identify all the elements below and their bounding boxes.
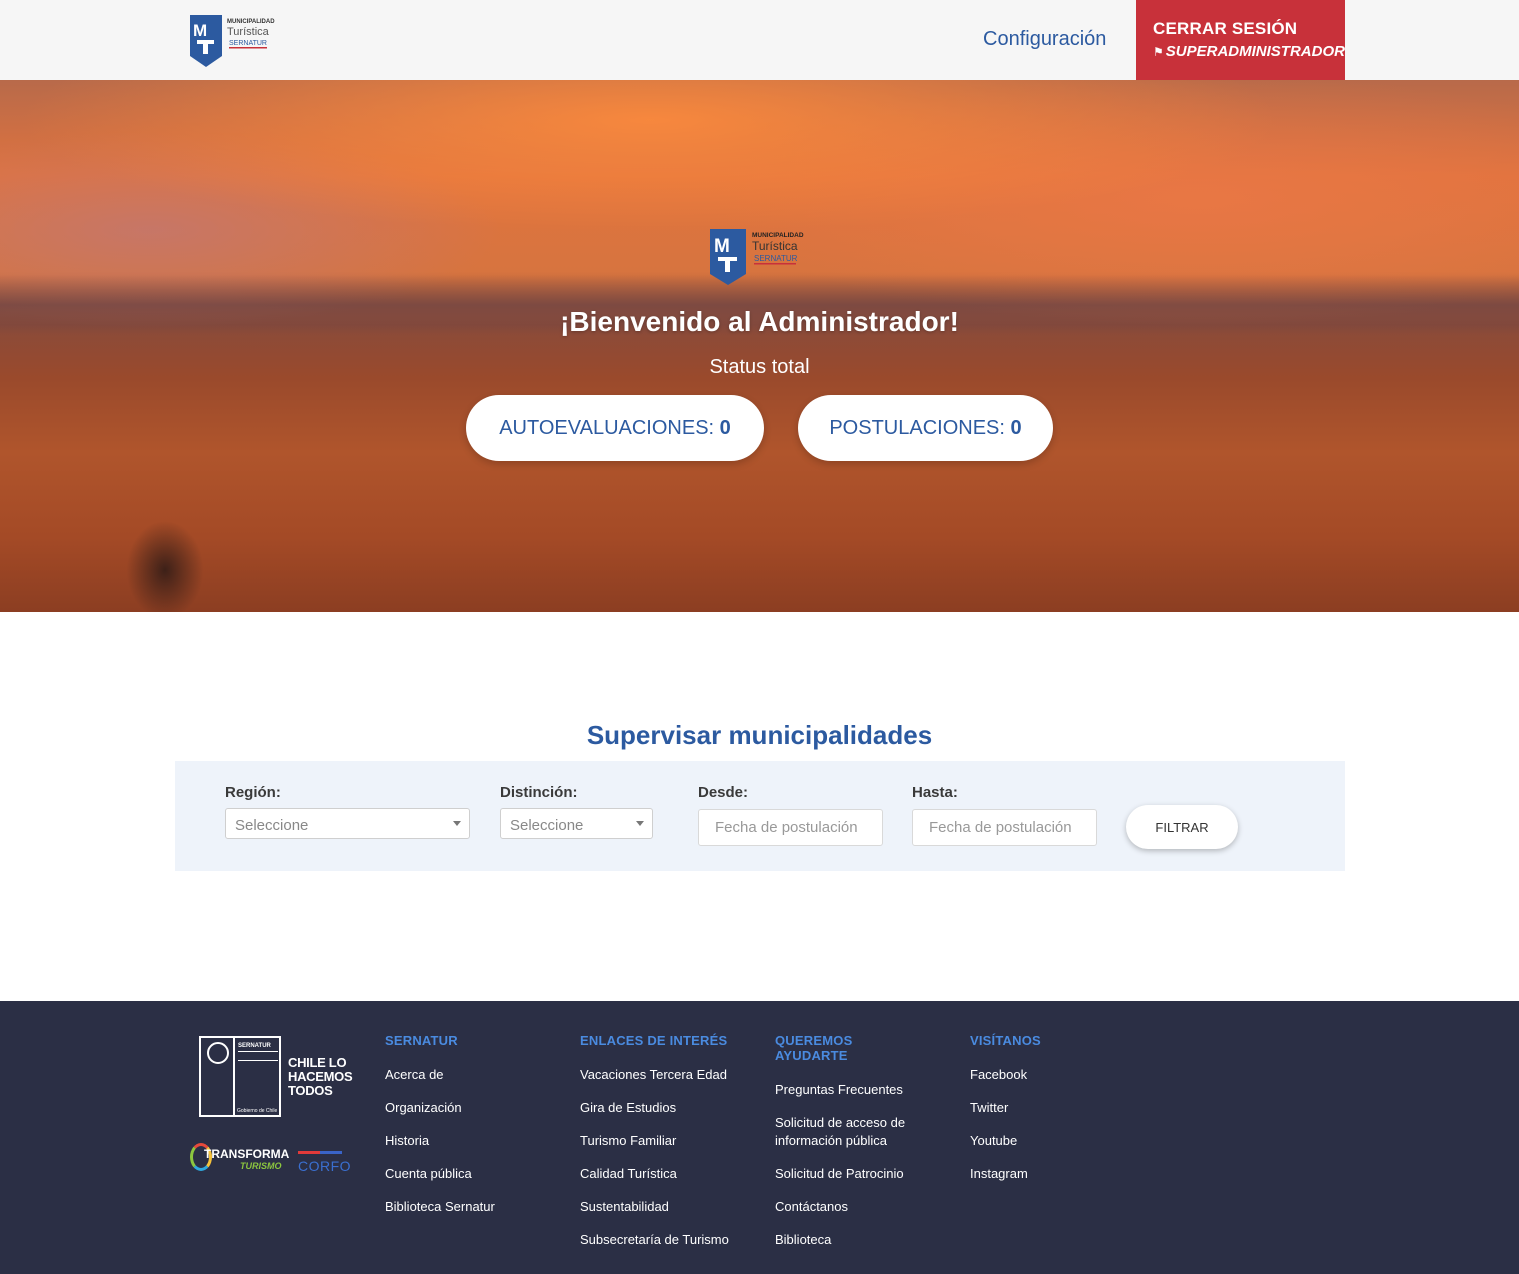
supervisar-title: Supervisar municipalidades	[586, 720, 933, 750]
logout-button[interactable]: CERRAR SESIÓN ⚑ SUPERADMINISTRADOR	[1136, 0, 1345, 80]
distincion-select-value: Seleccione	[510, 817, 584, 834]
caret-down-icon	[636, 821, 644, 826]
footer-link[interactable]: Cuenta pública	[385, 1165, 495, 1183]
autoevaluaciones-counter[interactable]: AUTOEVALUACIONES: 0	[466, 395, 764, 461]
top-navbar: M MUNICIPALIDAD Turística SERNATUR Confi…	[0, 0, 1519, 80]
footer-link[interactable]: Contáctanos	[775, 1198, 925, 1216]
region-select-value: Seleccione	[235, 817, 309, 834]
footer-col-enlaces: ENLACES DE INTERÉS Vacaciones Tercera Ed…	[580, 1033, 729, 1264]
footer-link[interactable]: Turismo Familiar	[580, 1132, 729, 1150]
hasta-label: Hasta:	[912, 784, 958, 801]
filtrar-button[interactable]: FILTRAR	[1126, 805, 1238, 849]
footer-heading: QUEREMOS AYUDARTE	[775, 1033, 853, 1063]
postulaciones-counter[interactable]: POSTULACIONES: 0	[798, 395, 1053, 461]
configuracion-link[interactable]: Configuración	[983, 28, 1106, 51]
municipalidad-turistica-logo[interactable]: M MUNICIPALIDAD Turística SERNATUR	[189, 14, 289, 68]
corfo-logo[interactable]: CORFO	[298, 1149, 354, 1177]
svg-text:Turística: Turística	[752, 239, 798, 253]
postulaciones-count: 0	[1010, 417, 1022, 439]
desde-date-input[interactable]	[698, 809, 883, 846]
footer: SERNATUR Gobierno de Chile CHILE LO HACE…	[0, 1001, 1519, 1274]
svg-text:SERNATUR: SERNATUR	[229, 40, 267, 47]
sernatur-logo-text: SERNATUR	[238, 1043, 271, 1049]
footer-link[interactable]: Biblioteca	[775, 1231, 925, 1249]
footer-heading: SERNATUR	[385, 1033, 458, 1048]
distincion-label: Distinción:	[500, 784, 578, 801]
footer-col-sernatur: SERNATUR Acerca de Organización Historia…	[385, 1033, 495, 1231]
region-select[interactable]: Seleccione	[225, 808, 470, 839]
footer-col-visitanos: VISÍTANOS Facebook Twitter Youtube Insta…	[970, 1033, 1041, 1198]
postulaciones-label: POSTULACIONES:	[829, 417, 1005, 439]
user-role: ⚑ SUPERADMINISTRADOR	[1153, 43, 1345, 60]
transforma-text: TRANSFORMA	[204, 1147, 290, 1161]
region-label: Región:	[225, 784, 281, 801]
svg-text:SERNATUR: SERNATUR	[754, 254, 798, 263]
footer-heading: VISÍTANOS	[970, 1033, 1041, 1048]
footer-link-facebook[interactable]: Facebook	[970, 1066, 1041, 1084]
sernatur-gobierno-logo[interactable]: SERNATUR Gobierno de Chile	[199, 1036, 281, 1117]
footer-heading: ENLACES DE INTERÉS	[580, 1033, 728, 1048]
corfo-text: CORFO	[298, 1158, 352, 1174]
status-total-label: Status total	[709, 356, 810, 378]
footer-link[interactable]: Calidad Turística	[580, 1165, 729, 1183]
chile-line-3: TODOS	[288, 1083, 333, 1098]
hero-logo: M MUNICIPALIDAD Turística SERNATUR	[710, 229, 804, 285]
svg-text:MUNICIPALIDAD: MUNICIPALIDAD	[227, 19, 275, 25]
chile-line-2: HACEMOS	[288, 1069, 353, 1084]
gobierno-logo-text: Gobierno de Chile	[237, 1108, 278, 1114]
chile-lo-hacemos-todos-logo: CHILE LO HACEMOS TODOS	[288, 1055, 353, 1098]
distincion-select[interactable]: Seleccione	[500, 808, 653, 839]
footer-link[interactable]: Solicitud de acceso de información públi…	[775, 1114, 925, 1150]
footer-col-ayudarte: QUEREMOS AYUDARTE Preguntas Frecuentes S…	[775, 1033, 925, 1264]
map-marker-icon: ⚑	[1153, 45, 1164, 59]
chile-coat-of-arms-icon	[207, 1042, 229, 1064]
footer-link[interactable]: Biblioteca Sernatur	[385, 1198, 495, 1216]
user-role-label: SUPERADMINISTRADOR	[1165, 43, 1345, 60]
footer-link[interactable]: Subsecretaría de Turismo	[580, 1231, 729, 1249]
autoevaluaciones-count: 0	[719, 417, 731, 439]
svg-text:M: M	[714, 236, 730, 257]
footer-link[interactable]: Solicitud de Patrocinio	[775, 1165, 925, 1183]
logout-label: CERRAR SESIÓN	[1153, 19, 1298, 38]
welcome-heading: ¡Bienvenido al Administrador!	[560, 306, 959, 337]
desde-label: Desde:	[698, 784, 749, 801]
svg-text:Turística: Turística	[227, 26, 270, 38]
footer-link[interactable]: Sustentabilidad	[580, 1198, 729, 1216]
footer-link[interactable]: Acerca de	[385, 1066, 495, 1084]
footer-link[interactable]: Vacaciones Tercera Edad	[580, 1066, 729, 1084]
filter-panel: Región: Seleccione Distinción: Seleccion…	[175, 761, 1345, 871]
svg-text:MUNICIPALIDAD: MUNICIPALIDAD	[752, 232, 804, 239]
chile-line-1: CHILE LO	[288, 1055, 347, 1070]
hasta-date-input[interactable]	[912, 809, 1097, 846]
footer-link[interactable]: Gira de Estudios	[580, 1099, 729, 1117]
footer-link-youtube[interactable]: Youtube	[970, 1132, 1041, 1150]
autoevaluaciones-label: AUTOEVALUACIONES:	[499, 417, 715, 439]
footer-link[interactable]: Historia	[385, 1132, 495, 1150]
footer-link[interactable]: Preguntas Frecuentes	[775, 1081, 925, 1099]
footer-link-twitter[interactable]: Twitter	[970, 1099, 1041, 1117]
hero-banner: M MUNICIPALIDAD Turística SERNATUR ¡Bien…	[0, 80, 1519, 612]
turismo-text: TURISMO	[240, 1161, 282, 1171]
caret-down-icon	[453, 821, 461, 826]
footer-link-instagram[interactable]: Instagram	[970, 1165, 1041, 1183]
hero-background-figure	[95, 490, 235, 612]
svg-text:M: M	[193, 21, 207, 40]
transforma-turismo-logo[interactable]: TRANSFORMA TURISMO	[190, 1141, 289, 1175]
footer-link[interactable]: Organización	[385, 1099, 495, 1117]
